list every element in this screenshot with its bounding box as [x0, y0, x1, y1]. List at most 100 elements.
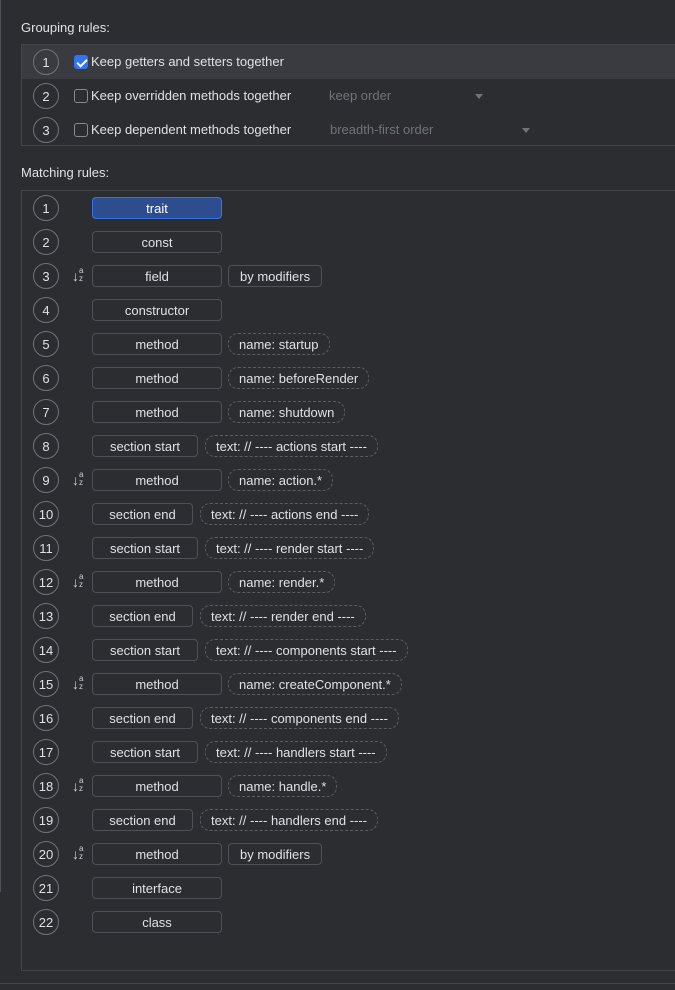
matching-rule-row[interactable]: 9 ↓ a z method name: action.*: [22, 463, 675, 497]
rule-type-token[interactable]: method: [92, 469, 222, 491]
rule-type-token[interactable]: section end: [92, 707, 193, 729]
grouping-rule-getters-setters[interactable]: 1 Keep getters and setters together: [22, 45, 675, 79]
matching-rule-row[interactable]: 14 section start text: // ---- components …: [22, 633, 675, 667]
matching-rule-row[interactable]: 19 section end text: // ---- handlers end …: [22, 803, 675, 837]
chevron-down-icon: [475, 94, 483, 99]
grouping-rules-title: Grouping rules:: [21, 20, 110, 35]
matching-rule-row[interactable]: 1 trait: [22, 191, 675, 225]
chevron-down-icon: [522, 128, 530, 133]
dependent-order-dropdown[interactable]: breadth-first order: [330, 122, 535, 137]
rule-number: 3: [33, 263, 59, 289]
rule-number: 7: [33, 399, 59, 425]
sort-alphabetically-icon: ↓ a z: [72, 266, 84, 285]
rule-type-token[interactable]: method: [92, 673, 222, 695]
rule-condition-token[interactable]: name: shutdown: [228, 401, 346, 423]
matching-rules-panel: 1 trait 2 const 3 ↓ a z field by modifiers 4 constr…: [21, 190, 675, 971]
rule-number: 15: [33, 671, 59, 697]
matching-rule-row[interactable]: 17 section start text: // ---- handlers st…: [22, 735, 675, 769]
rule-condition-token[interactable]: text: // ---- actions start ----: [205, 435, 378, 457]
rule-type-token[interactable]: class: [92, 911, 222, 933]
matching-rule-row[interactable]: 12 ↓ a z method name: render.*: [22, 565, 675, 599]
grouping-rule-label: Keep dependent methods together: [91, 122, 292, 137]
rule-number: 20: [33, 841, 59, 867]
rule-condition-token[interactable]: name: createComponent.*: [228, 673, 402, 695]
rule-type-token[interactable]: method: [92, 775, 222, 797]
grouping-rules-panel: 1 Keep getters and setters together 2 Ke…: [21, 44, 675, 146]
rule-condition-token[interactable]: text: // ---- components start ----: [205, 639, 408, 661]
matching-rule-row[interactable]: 4 constructor: [22, 293, 675, 327]
rule-number: 8: [33, 433, 59, 459]
rule-type-token[interactable]: method: [92, 333, 222, 355]
sort-alphabetically-icon: ↓ a z: [72, 674, 84, 693]
rule-number: 21: [33, 875, 59, 901]
dropdown-value: breadth-first order: [330, 122, 434, 137]
rule-type-token[interactable]: const: [92, 231, 222, 253]
matching-rule-row[interactable]: 2 const: [22, 225, 675, 259]
matching-rule-row[interactable]: 11 section start text: // ---- render star…: [22, 531, 675, 565]
rule-type-token[interactable]: field: [92, 265, 222, 287]
window-left-edge: [0, 0, 1, 892]
matching-rule-row[interactable]: 22 class: [22, 905, 675, 939]
rule-modifier-token[interactable]: by modifiers: [228, 265, 323, 287]
rule-type-token[interactable]: method: [92, 843, 222, 865]
rule-condition-token[interactable]: name: beforeRender: [228, 367, 370, 389]
matching-rule-row[interactable]: 3 ↓ a z field by modifiers: [22, 259, 675, 293]
sort-alphabetically-icon: ↓ a z: [72, 470, 84, 489]
checkbox-icon[interactable]: [74, 55, 88, 69]
matching-rule-row[interactable]: 20 ↓ a z method by modifiers: [22, 837, 675, 871]
rule-number: 17: [33, 739, 59, 765]
rule-number: 22: [33, 909, 59, 935]
grouping-rule-overridden[interactable]: 2 Keep overridden methods together keep …: [22, 79, 675, 113]
rule-number: 5: [33, 331, 59, 357]
rule-type-token[interactable]: section start: [92, 537, 198, 559]
rule-condition-token[interactable]: text: // ---- render end ----: [200, 605, 366, 627]
overridden-order-dropdown[interactable]: keep order: [329, 88, 489, 103]
rule-condition-token[interactable]: name: startup: [228, 333, 330, 355]
matching-rule-row[interactable]: 5 method name: startup: [22, 327, 675, 361]
rule-condition-token[interactable]: name: render.*: [228, 571, 336, 593]
matching-rule-row[interactable]: 13 section end text: // ---- render end --…: [22, 599, 675, 633]
rule-number: 2: [33, 229, 59, 255]
rule-type-token[interactable]: method: [92, 401, 222, 423]
matching-rule-row[interactable]: 18 ↓ a z method name: handle.*: [22, 769, 675, 803]
dropdown-value: keep order: [329, 88, 392, 103]
matching-rule-row[interactable]: 15 ↓ a z method name: createComponent.*: [22, 667, 675, 701]
rule-type-token[interactable]: method: [92, 571, 222, 593]
grouping-rule-dependent[interactable]: 3 Keep dependent methods together breadt…: [22, 113, 675, 147]
sort-alphabetically-icon: ↓ a z: [72, 844, 84, 863]
rule-type-token[interactable]: section start: [92, 741, 198, 763]
matching-rule-row[interactable]: 10 section end text: // ---- actions end -…: [22, 497, 675, 531]
rule-condition-token[interactable]: text: // ---- handlers end ----: [200, 809, 379, 831]
rule-condition-token[interactable]: name: handle.*: [228, 775, 338, 797]
rule-number: 2: [33, 83, 59, 109]
matching-rule-row[interactable]: 7 method name: shutdown: [22, 395, 675, 429]
rule-modifier-token[interactable]: by modifiers: [228, 843, 323, 865]
rule-type-token[interactable]: section end: [92, 605, 193, 627]
sort-alphabetically-icon: ↓ a z: [72, 776, 84, 795]
rule-condition-token[interactable]: text: // ---- handlers start ----: [205, 741, 387, 763]
rule-type-token[interactable]: constructor: [92, 299, 222, 321]
checkbox-icon[interactable]: [74, 89, 88, 103]
rule-condition-token[interactable]: text: // ---- components end ----: [200, 707, 399, 729]
rule-number: 13: [33, 603, 59, 629]
rule-number: 4: [33, 297, 59, 323]
checkbox-icon[interactable]: [74, 123, 88, 137]
matching-rule-row[interactable]: 21 interface: [22, 871, 675, 905]
rule-type-token[interactable]: section start: [92, 639, 198, 661]
rule-condition-token[interactable]: name: action.*: [228, 469, 334, 491]
rule-number: 11: [33, 535, 59, 561]
rule-type-token[interactable]: section end: [92, 503, 193, 525]
rule-condition-token[interactable]: text: // ---- actions end ----: [200, 503, 370, 525]
rule-type-token[interactable]: method: [92, 367, 222, 389]
sort-alphabetically-icon: ↓ a z: [72, 572, 84, 591]
rule-type-token[interactable]: interface: [92, 877, 222, 899]
matching-rule-row[interactable]: 6 method name: beforeRender: [22, 361, 675, 395]
rule-number: 3: [33, 117, 59, 143]
matching-rule-row[interactable]: 16 section end text: // ---- components en…: [22, 701, 675, 735]
rule-type-token[interactable]: section end: [92, 809, 193, 831]
rule-type-token[interactable]: trait: [92, 197, 222, 219]
matching-rule-row[interactable]: 8 section start text: // ---- actions star…: [22, 429, 675, 463]
rule-type-token[interactable]: section start: [92, 435, 198, 457]
matching-rules-title: Matching rules:: [21, 165, 110, 180]
rule-condition-token[interactable]: text: // ---- render start ----: [205, 537, 375, 559]
